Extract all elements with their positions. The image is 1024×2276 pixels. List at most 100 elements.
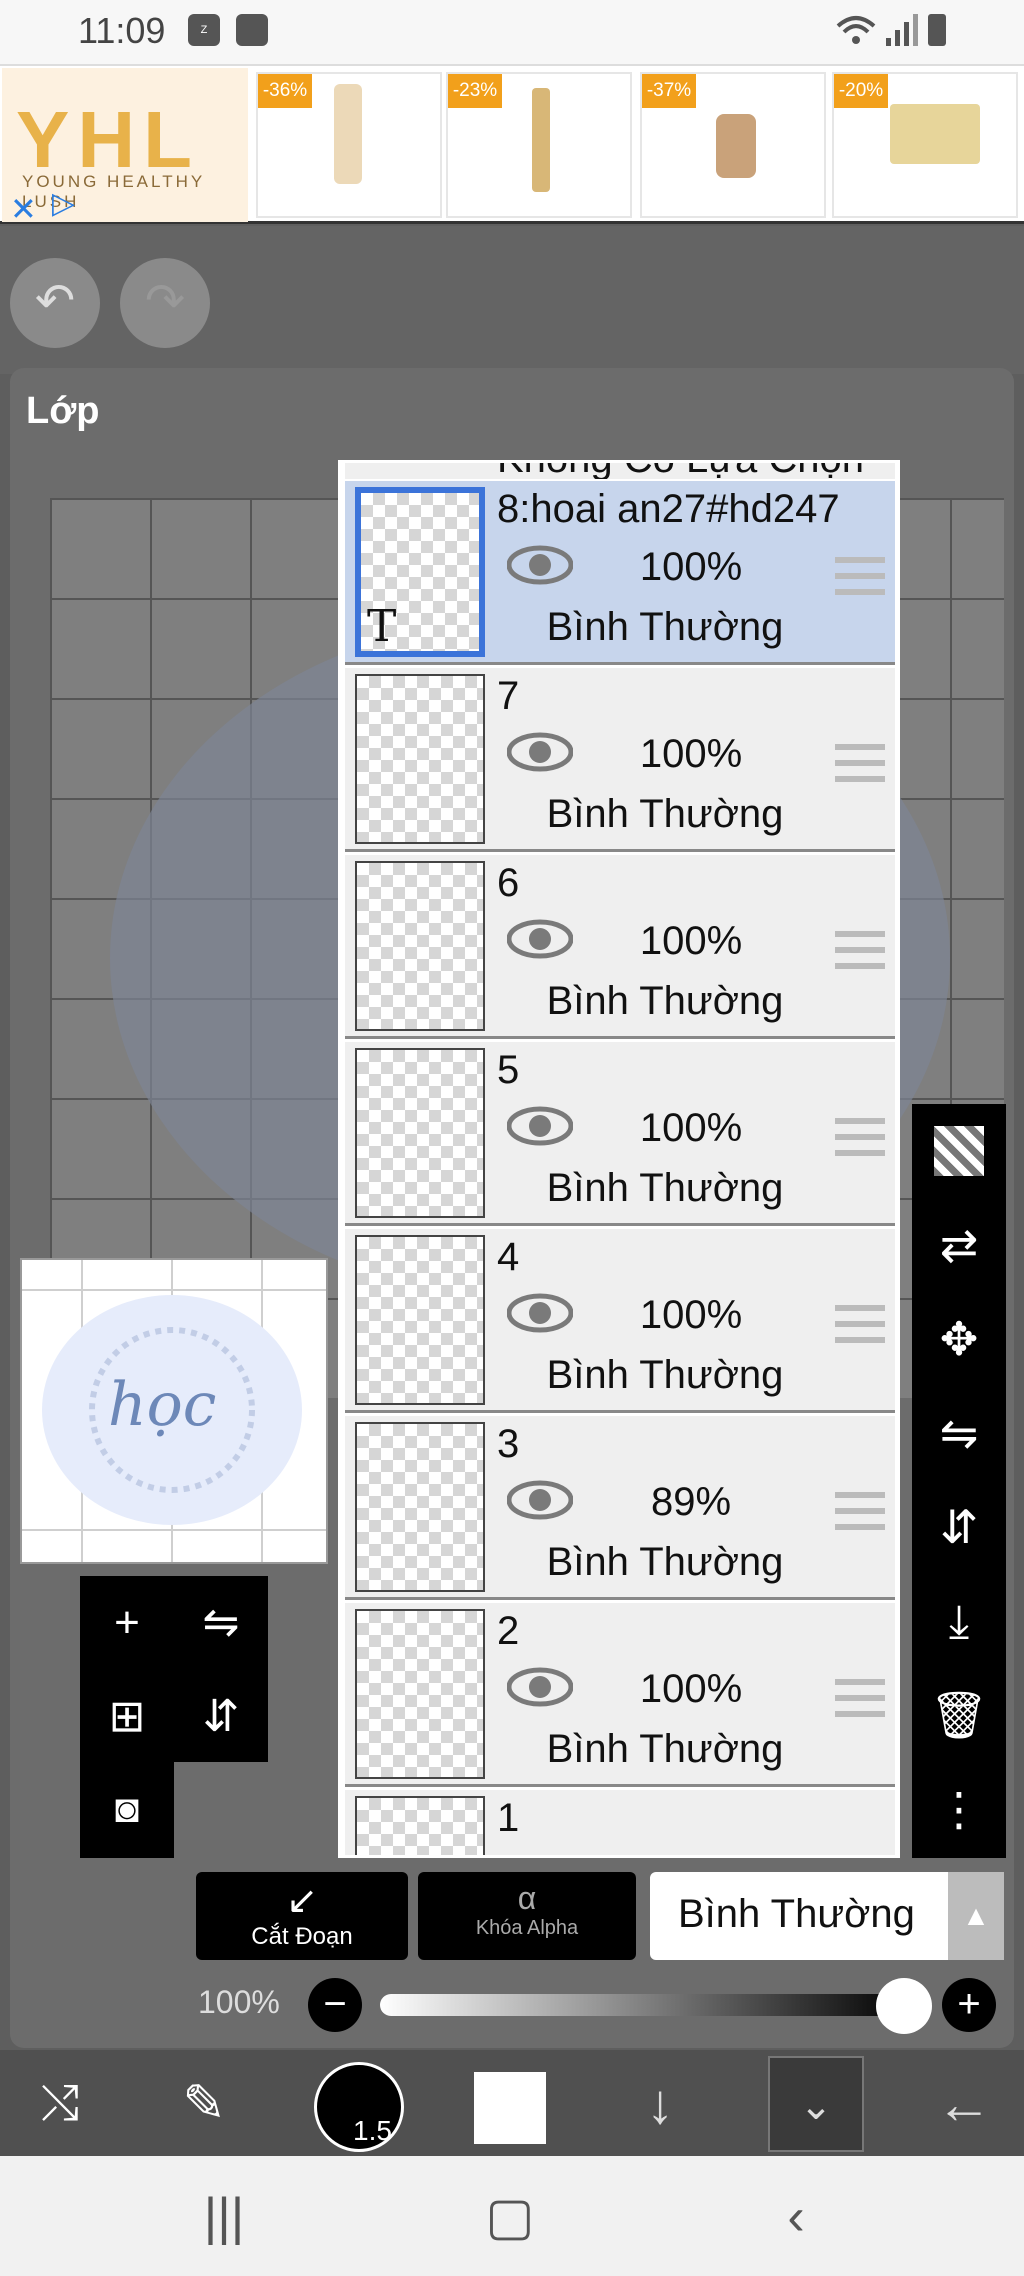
visibility-eye-icon[interactable] — [507, 732, 573, 772]
ad-logo-box[interactable]: YHL YOUNG HEALTHY LUSH ✕ ▷ — [2, 68, 248, 227]
visibility-eye-icon[interactable] — [507, 545, 573, 585]
layer-blend-mode: Bình Thường — [546, 1727, 784, 1771]
redo-button[interactable]: ↷ — [120, 258, 210, 348]
camera-tool: ◙ — [80, 1760, 174, 1858]
clip-button[interactable]: ↙ Cắt Đoạn — [196, 1872, 408, 1960]
layer-opacity: 100% — [639, 919, 743, 963]
wifi-icon — [836, 16, 876, 44]
layer-name: 3 — [497, 1422, 520, 1466]
move-icon[interactable]: ✥ — [912, 1292, 1006, 1386]
add-layer-button[interactable]: + — [80, 1576, 174, 1670]
transparency-icon[interactable] — [912, 1104, 1006, 1198]
duplicate-layer-button[interactable]: ⊞ — [80, 1670, 174, 1764]
visibility-eye-icon[interactable] — [507, 1667, 573, 1707]
camera-icon[interactable]: ◙ — [80, 1762, 174, 1856]
brush-icon[interactable]: ✎ — [164, 2064, 244, 2144]
product-image — [890, 104, 980, 164]
product-image — [532, 88, 550, 192]
flip-vertical-icon[interactable]: ⇵ — [912, 1480, 1006, 1574]
ad-product[interactable]: -37% — [640, 72, 826, 218]
clip-icon: ↙ — [286, 1880, 318, 1922]
flip-horizontal-icon[interactable]: ⇋ — [912, 1386, 1006, 1480]
status-time: 11:09 — [78, 10, 166, 51]
brush-size-button[interactable]: 1.5 — [314, 2062, 404, 2152]
visibility-eye-icon[interactable] — [507, 1106, 573, 1146]
color-swatch[interactable] — [474, 2072, 546, 2144]
ad-banner[interactable]: YHL YOUNG HEALTHY LUSH ✕ ▷ -36% -23% -37… — [0, 64, 1024, 227]
drag-handle-icon[interactable] — [835, 1305, 885, 1343]
opacity-slider-row: 100% − + — [0, 1964, 1024, 2044]
layer-thumbnail[interactable] — [355, 1796, 485, 1855]
zalo-icon: Z — [188, 14, 220, 46]
layer-name: 1 — [497, 1796, 520, 1840]
opacity-slider-thumb[interactable] — [876, 1978, 932, 2034]
layer-name: 6 — [497, 861, 520, 905]
alpha-lock-icon: α — [517, 1880, 537, 1916]
arrow-down-icon[interactable]: ↓ — [620, 2064, 700, 2144]
layer-top-partial[interactable]: Không Có Lựa Chọn — [345, 463, 895, 479]
ad-product[interactable]: -20% — [832, 72, 1018, 218]
undo-button[interactable]: ↶ — [10, 258, 100, 348]
layer-thumbnail[interactable] — [355, 861, 485, 1031]
drag-handle-icon[interactable] — [835, 1492, 885, 1530]
layer-row[interactable]: 8:hoai an27#hd247 100% Bình Thường T — [345, 481, 895, 665]
layer-transfer-icon[interactable]: ⇄ — [912, 1198, 1006, 1292]
home-icon[interactable]: ▢ — [450, 2172, 570, 2262]
back-arrow-icon[interactable]: ← — [924, 2064, 1004, 2144]
layer-thumbnail[interactable] — [355, 1609, 485, 1779]
bottom-toolbar: ⤭ ✎ 1.5 ↓ ⌄ ← — [0, 2050, 1024, 2156]
blend-mode-select[interactable]: Bình Thường ▲ — [650, 1872, 1004, 1960]
layer-row[interactable]: 5 100% Bình Thường — [345, 1042, 895, 1226]
layer-row[interactable]: 1 — [345, 1790, 895, 1855]
layer-blend-mode: Bình Thường — [546, 605, 784, 649]
layer-opacity: 100% — [639, 1667, 743, 1711]
merge-down-icon[interactable]: ⤓ — [912, 1574, 1006, 1668]
drag-handle-icon[interactable] — [835, 744, 885, 782]
ad-product[interactable]: -36% — [256, 72, 442, 218]
ad-product[interactable]: -23% — [446, 72, 632, 218]
opacity-slider-track[interactable] — [380, 1994, 910, 2016]
drag-handle-icon[interactable] — [835, 1679, 885, 1717]
partial-layer-label: Không Có Lựa Chọn — [497, 463, 864, 479]
flip-horizontal-button[interactable]: ⇋ — [174, 1576, 268, 1670]
ad-close-icon[interactable]: ✕ — [10, 190, 37, 228]
alpha-lock-button[interactable]: α Khóa Alpha — [418, 1872, 636, 1960]
layer-row[interactable]: 4 100% Bình Thường — [345, 1229, 895, 1413]
layer-opacity: 100% — [639, 1293, 743, 1337]
layer-opacity: 100% — [639, 545, 743, 589]
right-toolbar: ⇄ ✥ ⇋ ⇵ ⤓ 🗑 ⋮ — [912, 1104, 1006, 1858]
layer-thumbnail[interactable] — [355, 1048, 485, 1218]
layer-thumbnail[interactable] — [355, 1422, 485, 1592]
trash-icon[interactable]: 🗑 — [912, 1668, 1006, 1762]
canvas-preview[interactable]: học — [20, 1258, 328, 1564]
drag-handle-icon[interactable] — [835, 557, 885, 595]
opacity-increase-button[interactable]: + — [942, 1978, 996, 2032]
blend-mode-value: Bình Thường — [678, 1892, 915, 1936]
layer-list[interactable]: Không Có Lựa Chọn 8:hoai an27#hd247 100% B… — [338, 460, 900, 1858]
nav-back-icon[interactable]: ‹ — [736, 2172, 856, 2262]
layer-thumbnail[interactable] — [355, 1235, 485, 1405]
layer-row[interactable]: 7 100% Bình Thường — [345, 668, 895, 852]
layer-thumbnail[interactable] — [355, 674, 485, 844]
layers-toggle-button[interactable]: ⌄ — [768, 2056, 864, 2152]
visibility-eye-icon[interactable] — [507, 1480, 573, 1520]
recent-apps-icon[interactable]: ||| — [164, 2172, 284, 2262]
layer-row[interactable]: 2 100% Bình Thường — [345, 1603, 895, 1787]
layer-name: 5 — [497, 1048, 520, 1092]
product-image — [716, 114, 756, 178]
ad-choices-icon[interactable]: ▷ — [52, 186, 75, 221]
layer-row[interactable]: 3 89% Bình Thường — [345, 1416, 895, 1600]
drag-handle-icon[interactable] — [835, 931, 885, 969]
flip-vertical-button[interactable]: ⇵ — [174, 1670, 268, 1764]
dropdown-arrow-icon[interactable]: ▲ — [948, 1872, 1004, 1960]
layer-row[interactable]: 6 100% Bình Thường — [345, 855, 895, 1039]
visibility-eye-icon[interactable] — [507, 1293, 573, 1333]
more-options-icon[interactable]: ⋮ — [912, 1762, 1006, 1856]
layer-opacity: 100% — [639, 1106, 743, 1150]
selection-tool-icon[interactable]: ⤭ — [20, 2064, 100, 2144]
drag-handle-icon[interactable] — [835, 1118, 885, 1156]
product-image — [334, 84, 362, 184]
visibility-eye-icon[interactable] — [507, 919, 573, 959]
signal-icon — [886, 14, 918, 46]
opacity-decrease-button[interactable]: − — [308, 1978, 362, 2032]
